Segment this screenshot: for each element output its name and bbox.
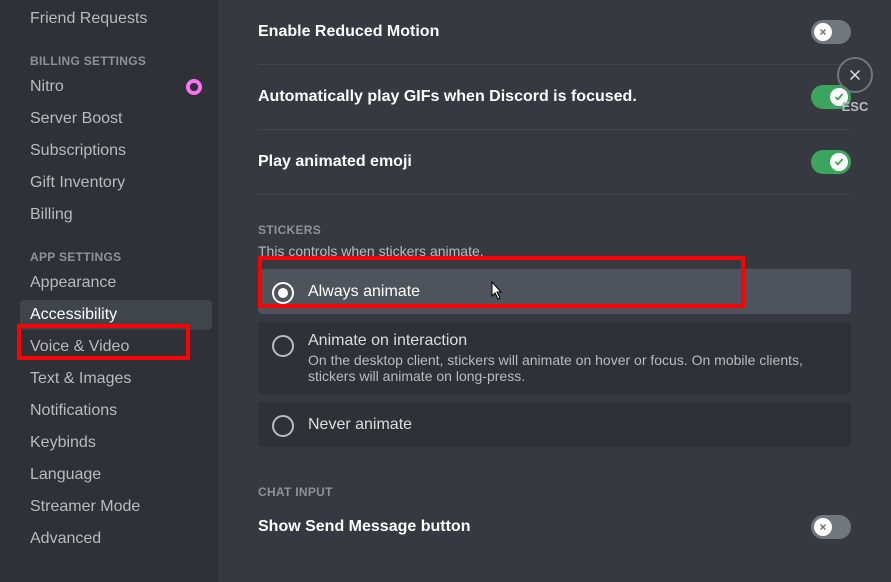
sidebar-item-label: Server Boost [30,110,122,128]
sidebar-item-label: Friend Requests [30,10,147,28]
radio-icon [272,282,294,304]
toggle-animated-emoji[interactable] [811,150,851,174]
sidebar-item-label: Nitro [30,78,64,96]
radio-icon [272,415,294,437]
radio-never-animate[interactable]: Never animate [258,402,851,447]
section-header-chat-input: CHAT INPUT [258,485,851,499]
sidebar-item-friend-requests[interactable]: Friend Requests [20,4,212,34]
radio-label: Never animate [308,416,837,434]
sidebar-item-label: Accessibility [30,306,117,324]
close-button[interactable]: ESC [837,57,873,114]
sidebar-header-billing: BILLING SETTINGS [20,36,212,72]
setting-reduced-motion-label: Enable Reduced Motion [258,23,439,41]
sidebar-item-notifications[interactable]: Notifications [20,396,212,426]
sidebar-item-keybinds[interactable]: Keybinds [20,428,212,458]
sidebar-item-billing[interactable]: Billing [20,200,212,230]
settings-sidebar: Friend Requests BILLING SETTINGS Nitro S… [0,0,218,582]
sidebar-item-label: Voice & Video [30,338,129,356]
close-label: ESC [842,99,869,114]
sidebar-item-label: Streamer Mode [30,498,140,516]
sidebar-item-text-images[interactable]: Text & Images [20,364,212,394]
stickers-radio-group: Always animate Animate on interaction On… [258,269,851,447]
sidebar-item-label: Billing [30,206,73,224]
toggle-knob-icon [814,23,832,41]
sidebar-item-advanced[interactable]: Advanced [20,524,212,554]
toggle-knob-icon [814,518,832,536]
setting-autoplay-gifs-label: Automatically play GIFs when Discord is … [258,88,637,106]
sidebar-item-streamer-mode[interactable]: Streamer Mode [20,492,212,522]
close-icon [837,57,873,93]
sidebar-item-label: Gift Inventory [30,174,125,192]
sidebar-item-label: Advanced [30,530,101,548]
section-desc-stickers: This controls when stickers animate. [258,243,851,259]
sidebar-item-subscriptions[interactable]: Subscriptions [20,136,212,166]
section-header-stickers: STICKERS [258,223,851,237]
sidebar-item-server-boost[interactable]: Server Boost [20,104,212,134]
sidebar-item-label: Appearance [30,274,116,292]
sidebar-item-voice-video[interactable]: Voice & Video [20,332,212,362]
sidebar-item-gift-inventory[interactable]: Gift Inventory [20,168,212,198]
sidebar-item-accessibility[interactable]: Accessibility [20,300,212,330]
sidebar-item-label: Text & Images [30,370,131,388]
setting-show-send-label: Show Send Message button [258,518,470,536]
radio-desc: On the desktop client, stickers will ani… [308,352,837,384]
settings-content: Enable Reduced Motion Automatically play… [218,0,891,582]
sidebar-item-label: Keybinds [30,434,96,452]
sidebar-header-app: APP SETTINGS [20,232,212,268]
radio-always-animate[interactable]: Always animate [258,269,851,314]
sidebar-item-label: Language [30,466,101,484]
toggle-show-send[interactable] [811,515,851,539]
radio-icon [272,335,294,357]
setting-animated-emoji-label: Play animated emoji [258,153,412,171]
radio-label: Always animate [308,283,837,301]
sidebar-item-label: Subscriptions [30,142,126,160]
nitro-badge-icon [186,79,202,95]
toggle-reduced-motion[interactable] [811,20,851,44]
radio-animate-on-interaction[interactable]: Animate on interaction On the desktop cl… [258,322,851,394]
sidebar-item-nitro[interactable]: Nitro [20,72,212,102]
toggle-knob-icon [830,153,848,171]
radio-label: Animate on interaction [308,332,837,350]
sidebar-item-appearance[interactable]: Appearance [20,268,212,298]
sidebar-item-language[interactable]: Language [20,460,212,490]
sidebar-item-label: Notifications [30,402,117,420]
